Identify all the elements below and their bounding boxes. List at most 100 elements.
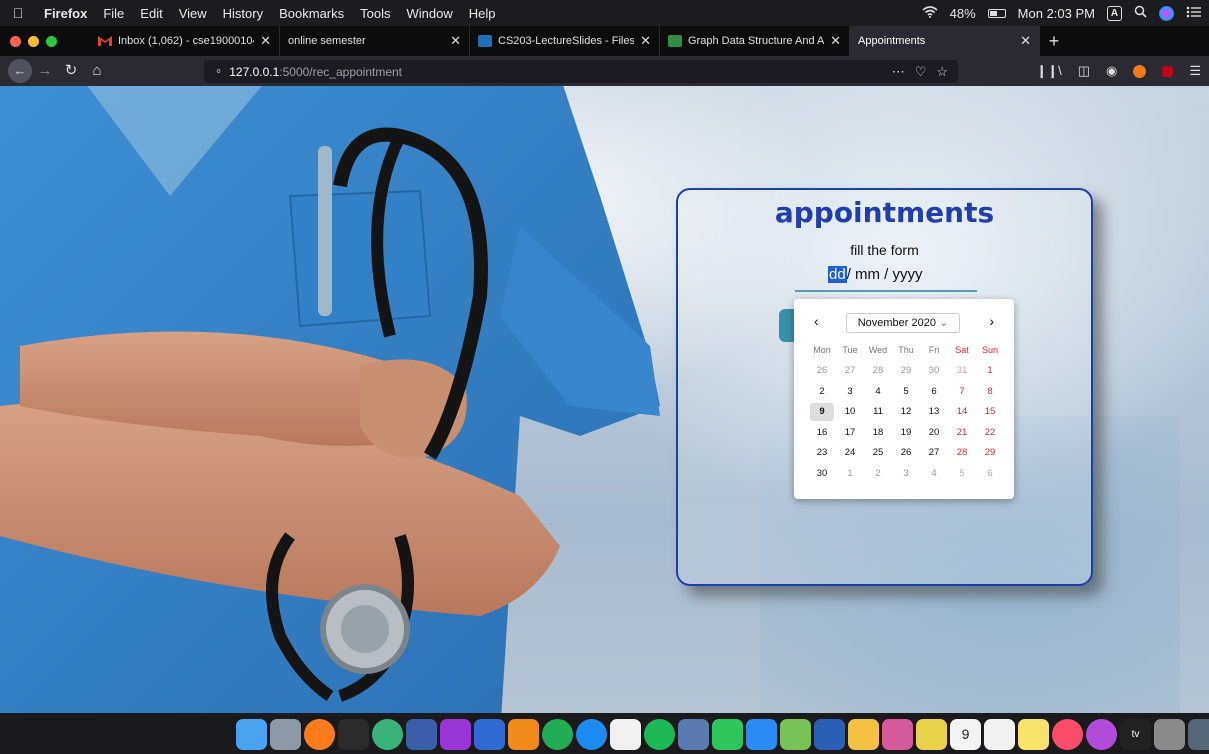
reminders-icon[interactable]: [984, 718, 1015, 750]
input-source-icon[interactable]: A: [1107, 5, 1122, 21]
account-icon[interactable]: ◉: [1106, 63, 1117, 79]
mysql-workbench-icon[interactable]: [406, 718, 437, 750]
menu-help[interactable]: Help: [461, 6, 504, 21]
menu-tools[interactable]: Tools: [352, 6, 398, 21]
apple-menu-icon[interactable]: : [0, 5, 36, 21]
facetime-icon[interactable]: [712, 718, 743, 750]
app-store-icon[interactable]: [576, 718, 607, 750]
zoom-window-button[interactable]: [46, 35, 57, 47]
notification-center-icon[interactable]: [1186, 6, 1201, 21]
calendar-day[interactable]: 29: [978, 444, 1002, 462]
date-input[interactable]: dd/ mm / yyyy: [795, 262, 977, 292]
tab-appointments[interactable]: Appointments ✕: [850, 26, 1040, 56]
back-icon[interactable]: ←: [8, 59, 32, 83]
siri-icon[interactable]: [1159, 5, 1174, 21]
month-select[interactable]: November 2020 ⌄: [846, 313, 960, 333]
word-icon[interactable]: [814, 718, 845, 750]
system-preferences-icon[interactable]: [1154, 718, 1185, 750]
vlc-icon[interactable]: [508, 718, 539, 750]
calendar-day[interactable]: 30: [810, 465, 834, 483]
calendar-day[interactable]: 15: [978, 403, 1002, 421]
tab-cs203-lecture-slides[interactable]: CS203-LectureSlides - Files - P ✕: [470, 26, 660, 56]
menu-file[interactable]: File: [95, 6, 132, 21]
close-window-button[interactable]: [10, 35, 21, 47]
new-tab-button[interactable]: +: [1040, 31, 1068, 52]
menu-app-name[interactable]: Firefox: [36, 6, 95, 21]
launchpad-icon[interactable]: [270, 718, 301, 750]
prev-month-icon[interactable]: ‹: [814, 313, 819, 329]
minimize-window-button[interactable]: [28, 35, 39, 47]
calendar-day[interactable]: 27: [838, 362, 862, 380]
forward-icon[interactable]: →: [32, 58, 58, 84]
notes-icon[interactable]: [1018, 718, 1049, 750]
calendar-day[interactable]: 28: [950, 444, 974, 462]
bookmark-star-icon[interactable]: ☆: [936, 64, 948, 80]
page-actions-icon[interactable]: ⋯: [892, 64, 905, 80]
calendar-day[interactable]: 18: [866, 424, 890, 442]
podcasts-icon[interactable]: [1086, 718, 1117, 750]
calendar-day[interactable]: 3: [838, 383, 862, 401]
sidebar-icon[interactable]: ◫: [1078, 63, 1090, 79]
calendar-day[interactable]: 22: [978, 424, 1002, 442]
finder-icon[interactable]: [236, 718, 267, 750]
menu-bookmarks[interactable]: Bookmarks: [271, 6, 352, 21]
messages-icon[interactable]: [746, 718, 777, 750]
close-tab-icon[interactable]: ✕: [260, 33, 271, 49]
photos-app-icon[interactable]: [848, 718, 879, 750]
calendar-day[interactable]: 17: [838, 424, 862, 442]
menu-edit[interactable]: Edit: [132, 6, 170, 21]
menu-hamburger-icon[interactable]: ☰: [1189, 63, 1201, 79]
calendar-day[interactable]: 27: [922, 444, 946, 462]
preview-icon[interactable]: [678, 718, 709, 750]
screenshot-icon[interactable]: [1188, 718, 1209, 750]
calendar-day[interactable]: 4: [866, 383, 890, 401]
tv-icon[interactable]: tv: [1120, 718, 1151, 750]
tab-graph-data-structure[interactable]: Graph Data Structure And Algo ✕: [660, 26, 850, 56]
podcast-icon[interactable]: [440, 718, 471, 750]
calendar-day[interactable]: 20: [922, 424, 946, 442]
calendar-day[interactable]: 12: [894, 403, 918, 421]
calendar-day[interactable]: 6: [978, 465, 1002, 483]
url-bar[interactable]: ⚬ □ 127.0.0.1 :5000/rec_appointment ⋯ ♡ …: [204, 60, 1209, 754]
codeblocks-icon[interactable]: [474, 718, 505, 750]
calendar-day[interactable]: 21: [950, 424, 974, 442]
ublock-icon[interactable]: [1162, 65, 1174, 77]
menu-history[interactable]: History: [215, 6, 271, 21]
android-studio-icon[interactable]: [780, 718, 811, 750]
photos-icon[interactable]: [882, 718, 913, 750]
menu-view[interactable]: View: [171, 6, 215, 21]
close-tab-icon[interactable]: ✕: [450, 33, 461, 49]
extension-icon[interactable]: [1133, 64, 1147, 78]
calendar-day[interactable]: 5: [894, 383, 918, 401]
calendar-day[interactable]: 5: [950, 465, 974, 483]
calendar-day[interactable]: 2: [810, 383, 834, 401]
stickies-icon[interactable]: [916, 718, 947, 750]
calendar-day[interactable]: 8: [978, 383, 1002, 401]
calendar-day[interactable]: 19: [894, 424, 918, 442]
tracking-shield-icon[interactable]: ⚬: [214, 65, 223, 78]
date-day-segment[interactable]: dd: [828, 266, 847, 283]
home-icon[interactable]: ⌂: [84, 58, 110, 84]
calendar-day[interactable]: 4: [922, 465, 946, 483]
calendar-day[interactable]: 16: [810, 424, 834, 442]
calendar-day[interactable]: 1: [978, 362, 1002, 380]
clock[interactable]: Mon 2:03 PM: [1018, 6, 1095, 21]
tab-online-semester[interactable]: online semester ✕: [280, 26, 470, 56]
circle-icon[interactable]: [542, 718, 573, 750]
terminal-icon[interactable]: [338, 718, 369, 750]
calendar-day[interactable]: 28: [866, 362, 890, 380]
calendar-icon[interactable]: 9: [950, 718, 981, 750]
spotlight-search-icon[interactable]: [1134, 5, 1147, 21]
calendar-day[interactable]: 25: [866, 444, 890, 462]
calendar-day[interactable]: 23: [810, 444, 834, 462]
calendar-day[interactable]: 30: [922, 362, 946, 380]
calendar-day[interactable]: 13: [922, 403, 946, 421]
close-tab-icon[interactable]: ✕: [830, 33, 841, 49]
calendar-day[interactable]: 26: [894, 444, 918, 462]
calendar-day[interactable]: 3: [894, 465, 918, 483]
calendar-day[interactable]: 26: [810, 362, 834, 380]
calendar-day[interactable]: 11: [866, 403, 890, 421]
notes-blank-icon[interactable]: [610, 718, 641, 750]
battery-icon[interactable]: [987, 8, 1006, 18]
date-month-year-segments[interactable]: / mm / yyyy: [847, 266, 923, 283]
